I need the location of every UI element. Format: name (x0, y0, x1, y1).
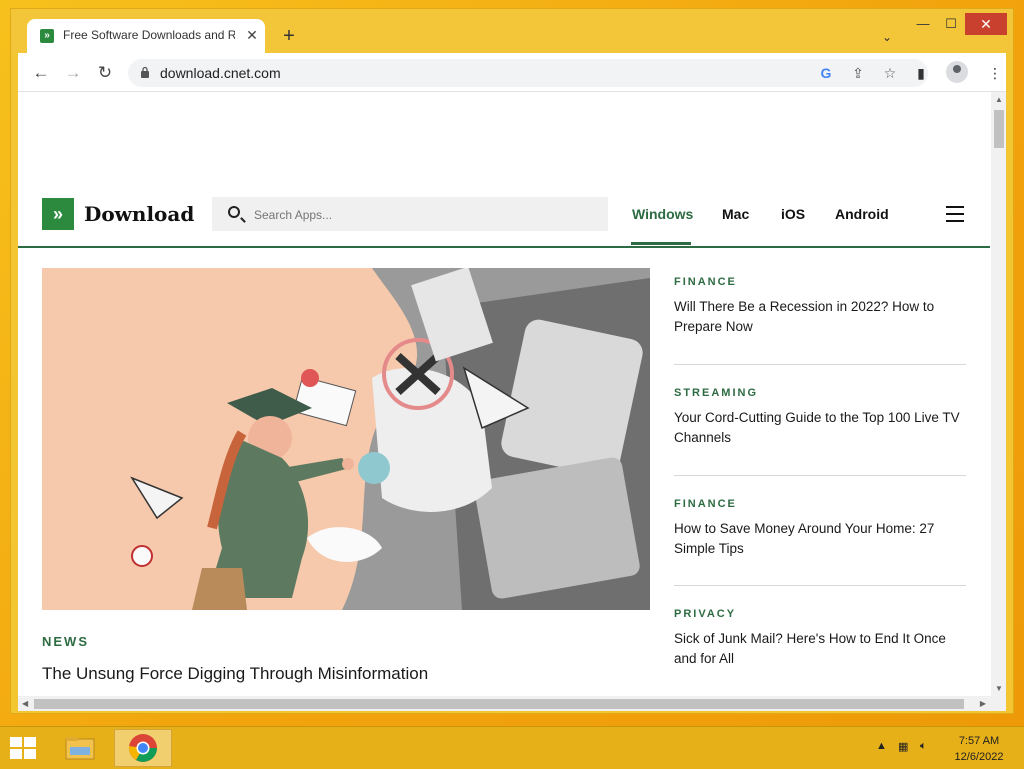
new-tab-button[interactable]: + (277, 25, 301, 49)
network-icon[interactable]: ▦ (898, 740, 908, 753)
tab-close-icon[interactable]: ✕ (243, 26, 261, 44)
divider (674, 585, 966, 586)
close-window-button[interactable]: ✕ (965, 13, 1007, 35)
site-header: » Download Windows Mac iOS Android (18, 192, 990, 248)
nav-active-underline (631, 242, 691, 245)
article-title[interactable]: Will There Be a Recession in 2022? How t… (674, 297, 966, 337)
browser-tab[interactable]: » Free Software Downloads and Re ✕ (27, 19, 265, 53)
horizontal-scroll-thumb[interactable] (34, 699, 964, 709)
volume-icon[interactable]: 🔈︎ (920, 740, 927, 753)
horizontal-scrollbar[interactable]: ◀ ▶ (18, 696, 1006, 711)
vertical-scrollbar[interactable]: ▲ ▼ (991, 92, 1006, 696)
reload-icon[interactable]: ↻ (94, 62, 116, 84)
nav-ios[interactable]: iOS (781, 206, 805, 222)
lock-icon (141, 66, 149, 78)
article-item[interactable]: FINANCE Will There Be a Recession in 202… (674, 276, 966, 337)
download-favicon-icon: » (40, 29, 54, 43)
scroll-up-arrow-icon[interactable]: ▲ (995, 95, 1003, 104)
taskbar-clock[interactable]: 7:57 AM 12/6/2022 (944, 733, 1014, 765)
article-item[interactable]: FINANCE How to Save Money Around Your Ho… (674, 498, 966, 559)
search-box[interactable] (212, 197, 608, 231)
page-viewport: » Download Windows Mac iOS Android (18, 91, 1006, 711)
hero-title[interactable]: The Unsung Force Digging Through Misinfo… (42, 664, 428, 684)
article-category[interactable]: STREAMING (674, 387, 966, 399)
scroll-left-arrow-icon[interactable]: ◀ (22, 699, 28, 708)
show-hidden-icons-icon[interactable]: ▲ (876, 740, 887, 752)
article-item[interactable]: STREAMING Your Cord-Cutting Guide to the… (674, 387, 966, 448)
vertical-scroll-thumb[interactable] (994, 110, 1004, 148)
more-menu-icon[interactable]: ⋮ (984, 62, 1006, 84)
clock-date: 12/6/2022 (954, 751, 1004, 763)
google-icon[interactable]: G (816, 63, 836, 83)
article-title[interactable]: Your Cord-Cutting Guide to the Top 100 L… (674, 408, 966, 448)
article-category[interactable]: FINANCE (674, 276, 966, 288)
divider (674, 364, 966, 365)
hero-illustration (42, 268, 650, 610)
side-panel-icon[interactable]: ▮ (910, 62, 932, 84)
tab-search-chevron-icon[interactable]: ⌄ (877, 27, 897, 47)
scroll-right-arrow-icon[interactable]: ▶ (980, 699, 986, 708)
share-icon[interactable]: ⇪ (848, 63, 868, 83)
back-arrow-icon[interactable]: ← (30, 62, 52, 84)
scroll-down-arrow-icon[interactable]: ▼ (995, 684, 1003, 693)
chrome-icon (129, 734, 157, 762)
download-logo-icon[interactable]: » (42, 198, 74, 230)
bookmark-star-icon[interactable]: ☆ (880, 63, 900, 83)
article-title[interactable]: Sick of Junk Mail? Here's How to End It … (674, 629, 966, 669)
clock-time: 7:57 AM (958, 735, 1000, 747)
nav-windows[interactable]: Windows (632, 206, 693, 222)
search-input[interactable] (252, 205, 586, 225)
hamburger-menu-icon[interactable] (946, 206, 964, 222)
article-category[interactable]: FINANCE (674, 498, 966, 510)
profile-avatar-icon[interactable] (946, 61, 968, 83)
minimize-button[interactable]: — (909, 13, 937, 35)
maximize-button[interactable]: ☐ (937, 13, 965, 35)
hero-category[interactable]: NEWS (42, 634, 89, 649)
divider (674, 475, 966, 476)
article-category[interactable]: PRIVACY (674, 608, 966, 620)
chrome-taskbar-button[interactable] (114, 729, 172, 767)
file-explorer-icon[interactable] (60, 731, 100, 765)
address-bar[interactable]: download.cnet.com G ⇪ ☆ (128, 59, 928, 87)
tab-title: Free Software Downloads and Re (63, 28, 235, 42)
search-icon[interactable] (228, 206, 240, 218)
taskbar: ▲ ▦ 🔈︎ 7:57 AM 12/6/2022 (0, 726, 1024, 769)
article-title[interactable]: How to Save Money Around Your Home: 27 S… (674, 519, 966, 559)
hero-image[interactable] (42, 268, 650, 610)
site-logo-text[interactable]: Download (84, 202, 194, 226)
windows-start-icon[interactable] (10, 737, 38, 761)
forward-arrow-icon[interactable]: → (62, 62, 84, 84)
url-text[interactable]: download.cnet.com (160, 65, 281, 81)
nav-mac[interactable]: Mac (722, 206, 749, 222)
nav-android[interactable]: Android (835, 206, 889, 222)
article-item[interactable]: PRIVACY Sick of Junk Mail? Here's How to… (674, 608, 966, 669)
title-bar: » Free Software Downloads and Re ✕ + ⌄ —… (11, 9, 1013, 53)
browser-window: » Free Software Downloads and Re ✕ + ⌄ —… (10, 8, 1014, 714)
browser-toolbar: ← → ↻ download.cnet.com G ⇪ ☆ ▮ ⋮ (18, 53, 1006, 91)
